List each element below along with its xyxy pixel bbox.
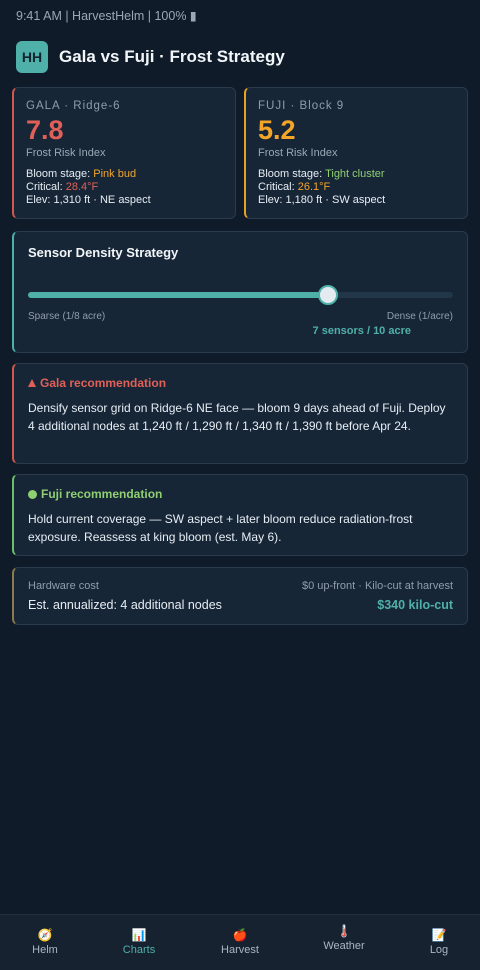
tab-label: Log xyxy=(429,944,449,956)
density-slider-thumb[interactable] xyxy=(317,285,338,305)
app-header: HH Gala vs Fuji · Frost Strategy xyxy=(16,41,464,73)
gala-critical-label: Critical: xyxy=(26,181,63,193)
thermometer-icon: 🌡️ xyxy=(336,924,352,938)
sensor-density-title: Sensor Density Strategy xyxy=(28,245,179,260)
gala-recommendation-body: Densify sensor grid on Ridge-6 NE face —… xyxy=(28,401,446,433)
apple-icon: 🍎 xyxy=(232,928,248,942)
fuji-recommendation-title: Fuji recommendation xyxy=(41,487,163,501)
density-slider[interactable] xyxy=(28,285,453,305)
bottom-tab-bar: 🧭 Helm 📊 Charts 🍎 Harvest 🌡️ Weather 📝 L… xyxy=(0,914,480,970)
gala-critical-value: 28.4°F xyxy=(65,181,99,193)
tab-weather[interactable]: 🌡️ Weather xyxy=(299,915,389,952)
tab-log[interactable]: 📝 Log xyxy=(394,915,480,956)
gala-critical-temp: Critical: 28.4°F xyxy=(26,181,223,194)
fuji-bloom-label: Bloom stage: xyxy=(258,168,323,180)
gala-risk-card[interactable]: GALA · Ridge-6 7.8 Frost Risk Index Bloo… xyxy=(12,87,236,219)
gala-bloom-label: Bloom stage: xyxy=(26,168,91,180)
gala-risk-index: 7.8 xyxy=(26,115,64,145)
density-high-label: Dense (1/acre) xyxy=(386,311,453,322)
app-logo: HH xyxy=(16,41,48,73)
page-title: Gala vs Fuji · Frost Strategy xyxy=(59,47,285,66)
status-bar: 9:41 AM | HarvestHelm | 100% ▮ xyxy=(16,9,197,23)
gala-block-tag: GALA · Ridge-6 xyxy=(26,100,121,112)
fuji-critical-label: Critical: xyxy=(258,181,295,193)
tab-label: Helm xyxy=(32,944,58,956)
fuji-risk-index: 5.2 xyxy=(258,115,296,145)
tab-label: Charts xyxy=(122,944,156,956)
fuji-block-tag: FUJI · Block 9 xyxy=(258,100,345,112)
gala-recommendation-header: Gala recommendation xyxy=(28,376,453,390)
fuji-critical-temp: Critical: 26.1°F xyxy=(258,181,455,194)
memo-icon: 📝 xyxy=(431,928,447,942)
gala-elevation: Elev: 1,310 ft · NE aspect xyxy=(26,194,151,206)
tab-label: Weather xyxy=(323,940,365,952)
hardware-cost-amount: $340 kilo-cut xyxy=(377,598,453,612)
fuji-bloom-value: Tight cluster xyxy=(325,168,385,180)
compass-icon: 🧭 xyxy=(37,928,53,942)
gala-bloom-stage: Bloom stage: Pink bud xyxy=(26,168,223,181)
fuji-recommendation-body: Hold current coverage — SW aspect + late… xyxy=(28,512,413,544)
tab-charts[interactable]: 📊 Charts xyxy=(94,915,184,956)
density-low-label: Sparse (1/8 acre) xyxy=(28,311,106,322)
tab-harvest[interactable]: 🍎 Harvest xyxy=(195,915,285,956)
sensor-count: 7 sensors / 10 acre xyxy=(312,325,411,337)
fuji-critical-value: 26.1°F xyxy=(297,181,331,193)
fuji-elevation: Elev: 1,180 ft · SW aspect xyxy=(258,194,386,206)
ok-dot-icon xyxy=(28,489,37,499)
gala-recommendation-title: Gala recommendation xyxy=(40,376,167,390)
bar-chart-icon: 📊 xyxy=(131,928,147,942)
gala-risk-label: Frost Risk Index xyxy=(26,147,106,159)
sensor-density-card: Sensor Density Strategy Sparse (1/8 acre… xyxy=(12,231,468,353)
tab-label: Harvest xyxy=(221,944,259,956)
hardware-cost-card: Hardware cost Est. annualized: 4 additio… xyxy=(12,567,468,625)
fuji-risk-card[interactable]: FUJI · Block 9 5.2 Frost Risk Index Bloo… xyxy=(244,87,468,219)
fuji-bloom-stage: Bloom stage: Tight cluster xyxy=(258,168,455,181)
warning-icon xyxy=(28,379,36,387)
fuji-recommendation-card: Fuji recommendation Hold current coverag… xyxy=(12,474,468,556)
fuji-risk-label: Frost Risk Index xyxy=(258,147,338,159)
gala-recommendation-card: Gala recommendation Densify sensor grid … xyxy=(12,363,468,464)
density-slider-fill xyxy=(28,292,328,298)
fuji-recommendation-header: Fuji recommendation xyxy=(28,487,453,501)
gala-bloom-value: Pink bud xyxy=(93,168,137,180)
hardware-cost-terms: $0 up-front · Kilo-cut at harvest xyxy=(301,580,453,592)
tab-helm[interactable]: 🧭 Helm xyxy=(0,915,90,956)
